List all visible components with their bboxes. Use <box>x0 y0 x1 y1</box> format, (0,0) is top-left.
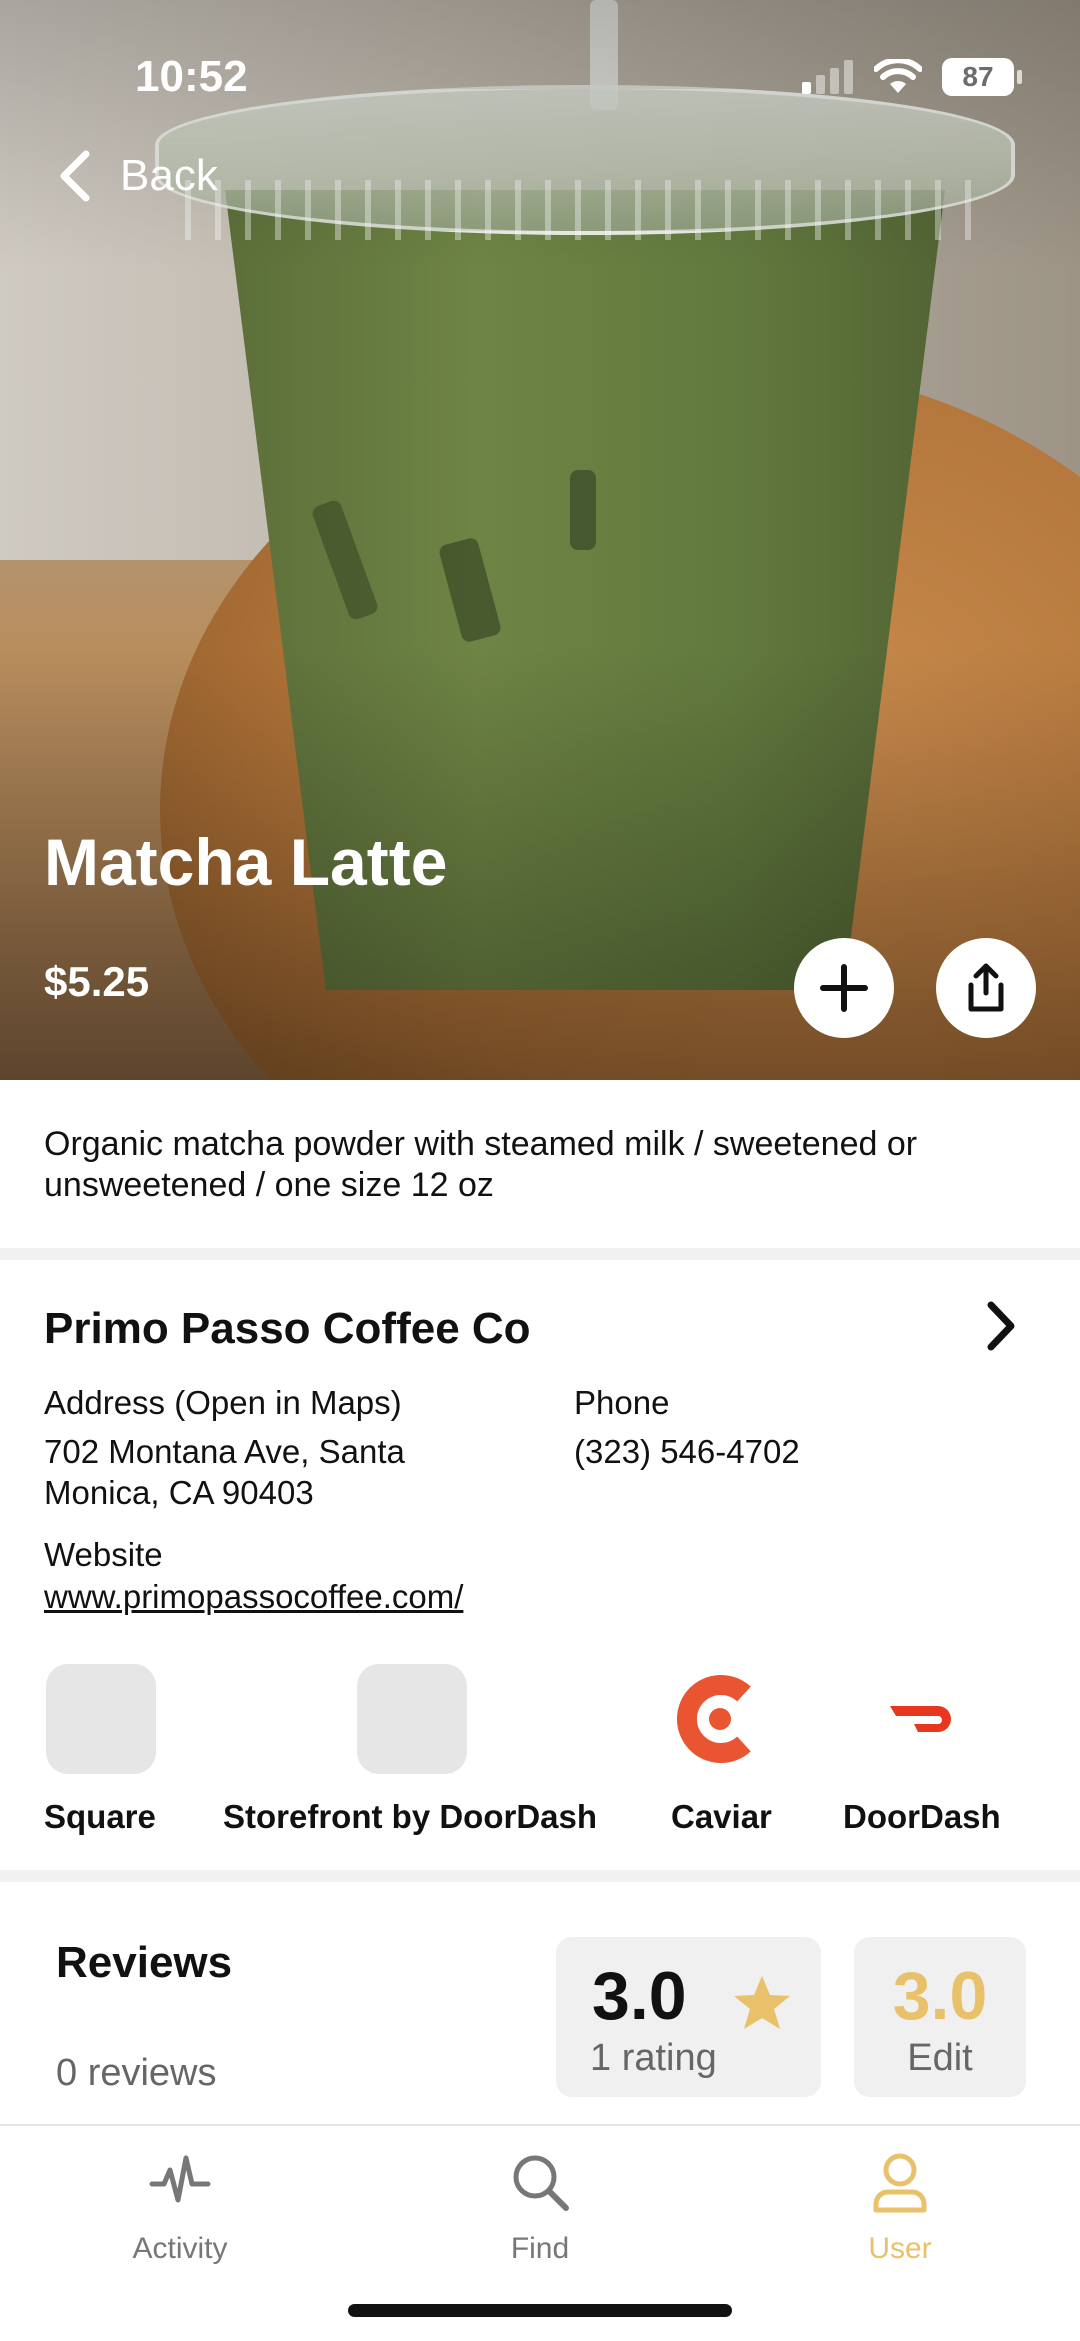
ratings-count: 1 rating <box>590 2037 717 2079</box>
storefront-service[interactable] <box>357 1664 467 1774</box>
edit-label: Edit <box>907 2037 973 2079</box>
reviews-count[interactable]: 0 reviews <box>56 2052 217 2095</box>
back-button[interactable]: Back <box>58 150 218 202</box>
activity-icon <box>149 2155 211 2203</box>
search-icon <box>513 2155 569 2211</box>
status-time: 10:52 <box>135 52 248 101</box>
user-icon <box>873 2153 927 2213</box>
average-rating-card: 3.0 1 rating <box>556 1937 821 2097</box>
service-label-storefront[interactable]: Storefront by DoorDash <box>223 1798 597 1836</box>
plus-icon <box>820 964 868 1012</box>
phone-label: Phone <box>574 1384 670 1421</box>
tab-label-activity: Activity <box>132 2232 228 2265</box>
merchant-name[interactable]: Primo Passo Coffee Co <box>44 1304 531 1354</box>
tab-find[interactable]: Find <box>440 2150 640 2266</box>
caviar-logo-icon <box>677 1675 751 1763</box>
service-label-doordash[interactable]: DoorDash <box>843 1798 1001 1836</box>
cellular-signal-icon <box>802 60 853 94</box>
phone-number[interactable]: (323) 546-4702 <box>574 1431 800 1472</box>
status-icons: 87 <box>802 58 1022 96</box>
tab-activity[interactable]: Activity <box>80 2150 280 2266</box>
service-label-square[interactable]: Square <box>44 1798 156 1836</box>
my-rating-value: 3.0 <box>892 1958 988 2034</box>
chevron-left-icon <box>60 150 90 202</box>
square-logo <box>46 1664 156 1774</box>
battery-indicator: 87 <box>942 58 1022 96</box>
product-price: $5.25 <box>44 958 150 1005</box>
caviar-service[interactable] <box>664 1664 774 1774</box>
doordash-logo-icon <box>890 1706 951 1732</box>
tab-label-user: User <box>868 2232 932 2265</box>
address-line-2: Monica, CA 90403 <box>44 1474 314 1511</box>
address-line-1: 702 Montana Ave, Santa <box>44 1433 405 1470</box>
square-service[interactable] <box>46 1664 156 1774</box>
section-divider <box>0 1248 1080 1260</box>
wifi-icon <box>874 59 922 93</box>
edit-rating-button[interactable]: 3.0 Edit <box>854 1937 1026 2097</box>
storefront-logo <box>357 1664 467 1774</box>
back-label: Back <box>120 151 218 200</box>
tab-label-find: Find <box>510 2232 570 2265</box>
reviews-title: Reviews <box>56 1938 233 1987</box>
tab-user[interactable]: User <box>800 2150 1000 2266</box>
chevron-right-icon[interactable] <box>986 1300 1016 1352</box>
average-rating-value: 3.0 <box>592 1958 687 2034</box>
website-link[interactable]: www.primopassocoffee.com/ <box>44 1576 463 1617</box>
add-button[interactable] <box>794 938 894 1038</box>
product-description: Organic matcha powder with steamed milk … <box>44 1125 918 1204</box>
website-label: Website <box>44 1536 163 1573</box>
section-divider <box>0 1870 1080 1882</box>
share-icon <box>968 963 1004 1012</box>
star-icon <box>734 1976 790 2029</box>
service-label-caviar[interactable]: Caviar <box>671 1798 772 1836</box>
address-label[interactable]: Address (Open in Maps) <box>44 1384 402 1422</box>
doordash-service[interactable] <box>868 1664 978 1774</box>
share-button[interactable] <box>936 938 1036 1038</box>
home-indicator <box>348 2304 732 2317</box>
product-title: Matcha Latte <box>44 825 448 899</box>
